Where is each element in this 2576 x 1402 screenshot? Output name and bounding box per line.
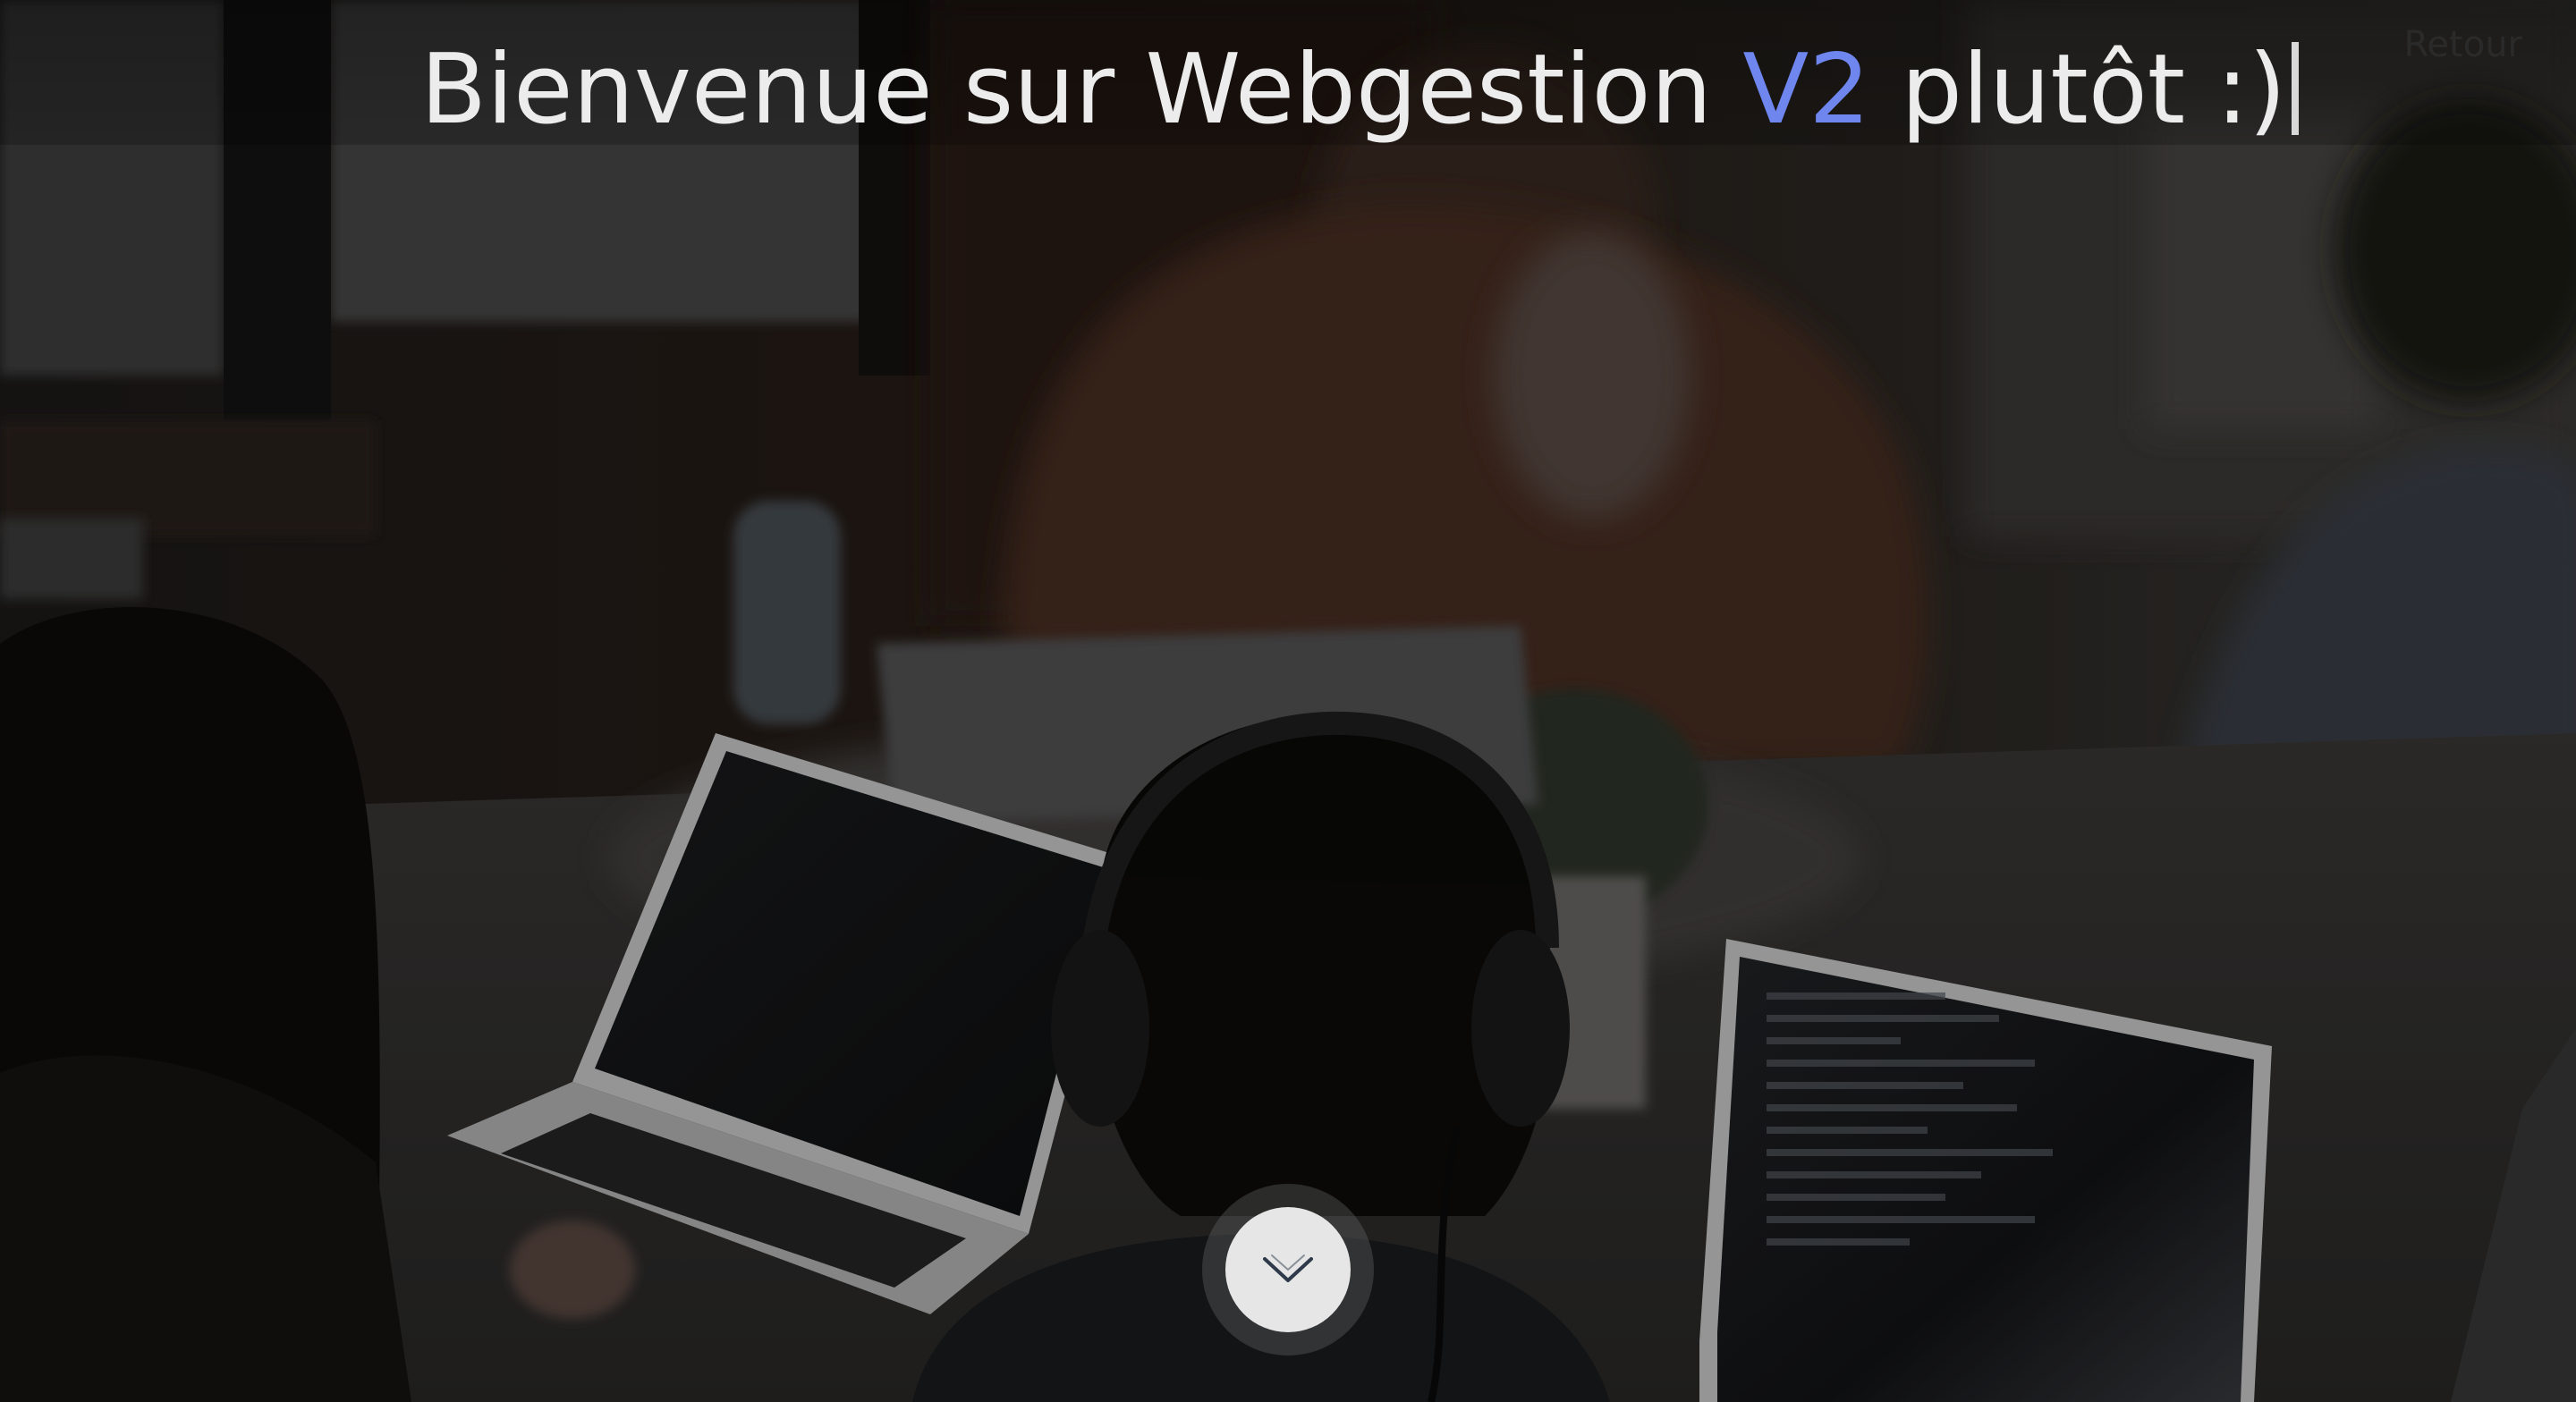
typing-caret [2291,42,2299,135]
back-link[interactable]: Retour [2403,21,2522,68]
title-accent: V2 [1742,34,1871,146]
hero-section: Bienvenue sur Webgestion V2 plutôt :) Re… [0,0,2576,1402]
scroll-down-button[interactable] [1202,1184,1374,1356]
title-suffix: plutôt :) [1870,34,2286,146]
page-title: Bienvenue sur Webgestion V2 plutôt :) [420,32,2299,148]
title-prefix: Bienvenue sur Webgestion [420,34,1743,146]
chevron-down-icon [1263,1254,1313,1282]
scroll-down-button-face[interactable] [1225,1207,1351,1332]
